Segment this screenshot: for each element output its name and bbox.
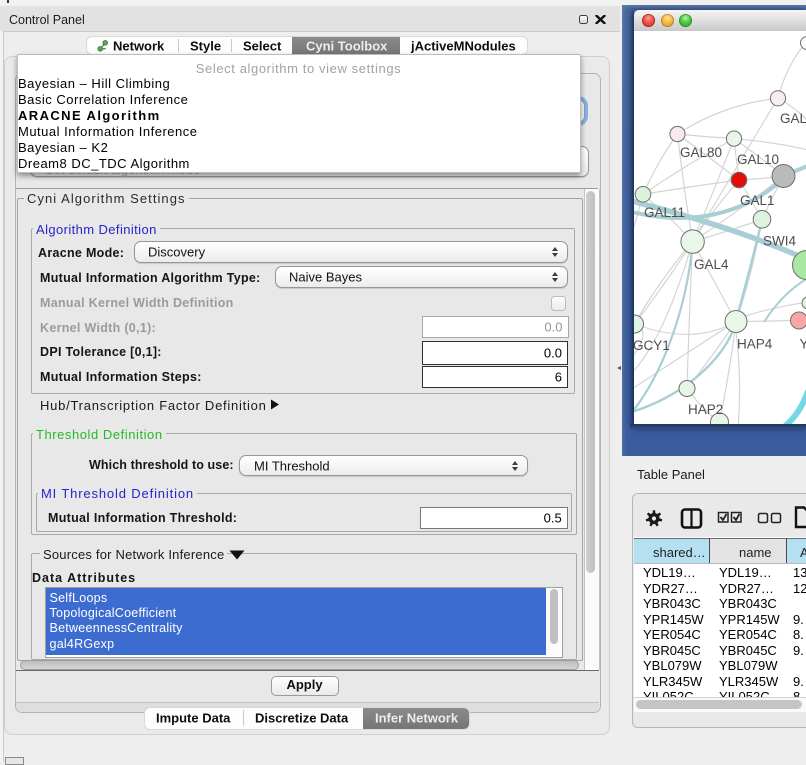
svg-text:GAL1: GAL1 (740, 193, 775, 208)
svg-text:SWI4: SWI4 (763, 234, 796, 249)
svg-text:Y: Y (800, 337, 806, 352)
svg-text:HAP4: HAP4 (737, 337, 773, 352)
svg-text:HAP2: HAP2 (688, 402, 723, 417)
svg-text:GAL11: GAL11 (644, 205, 685, 220)
svg-text:GAL2: GAL2 (780, 111, 806, 126)
svg-text:GAL4: GAL4 (694, 257, 729, 272)
svg-text:GCY1: GCY1 (634, 338, 670, 353)
svg-text:GAL10: GAL10 (737, 152, 779, 167)
svg-text:GAL80: GAL80 (680, 145, 722, 160)
